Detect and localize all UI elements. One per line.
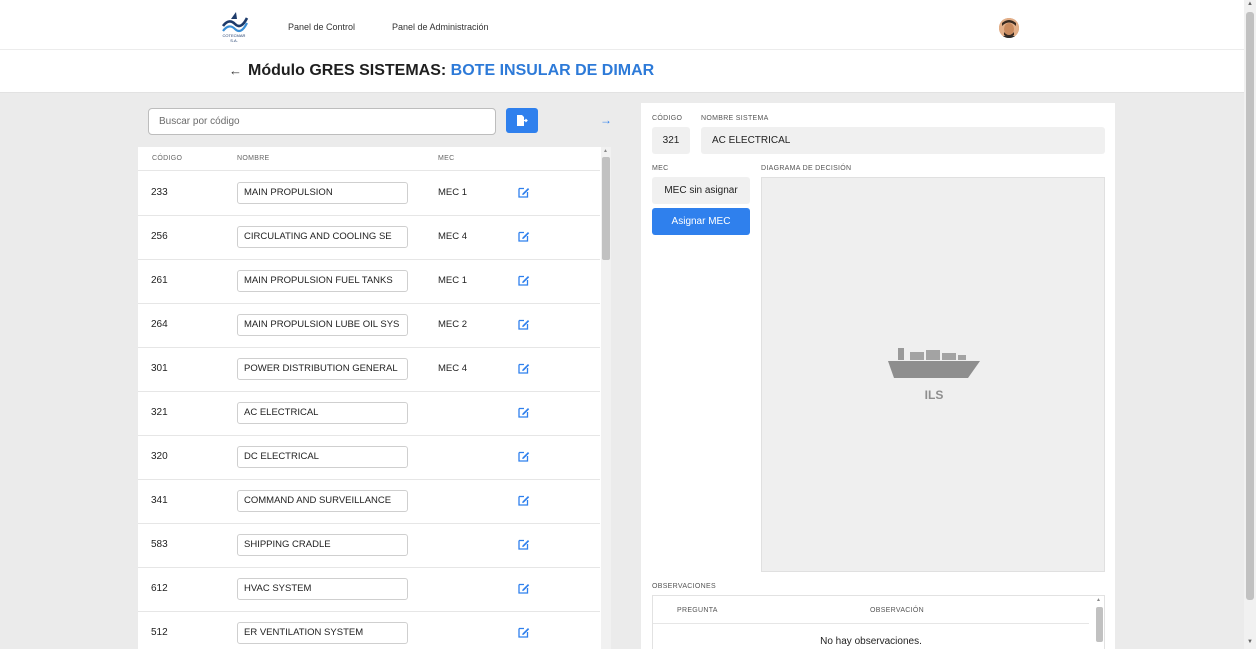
observations-scrollbar[interactable]: ▲ bbox=[1095, 596, 1104, 649]
edit-icon[interactable] bbox=[518, 450, 530, 462]
back-arrow-icon[interactable]: ← bbox=[229, 63, 242, 78]
decision-diagram: ILS bbox=[761, 177, 1105, 572]
row-code: 256 bbox=[151, 231, 168, 242]
waves-logo-icon bbox=[221, 12, 249, 33]
row-mec: MEC 4 bbox=[438, 231, 468, 242]
row-name-field[interactable]: ER VENTILATION SYSTEM bbox=[237, 622, 408, 644]
logo-text: COTECMAR S.A. bbox=[222, 33, 246, 43]
table-row: 301 POWER DISTRIBUTION GENERAL MEC 4 bbox=[138, 348, 600, 392]
search-input[interactable] bbox=[148, 108, 496, 135]
observations-empty-message: No hay observaciones. bbox=[820, 636, 922, 647]
user-face-icon bbox=[999, 18, 1019, 38]
row-name-field[interactable]: CIRCULATING AND COOLING SE bbox=[237, 226, 408, 248]
row-name-field[interactable]: SHIPPING CRADLE bbox=[237, 534, 408, 556]
row-name-field[interactable]: AC ELECTRICAL bbox=[237, 402, 408, 424]
row-name-field[interactable]: HVAC SYSTEM bbox=[237, 578, 408, 600]
nav-panel-de-administracion[interactable]: Panel de Administración bbox=[392, 22, 489, 32]
table-row: 264 MAIN PROPULSION LUBE OIL SYS MEC 2 bbox=[138, 304, 600, 348]
row-code: 261 bbox=[151, 275, 168, 286]
scrollbar-thumb[interactable] bbox=[602, 157, 610, 260]
row-name-field[interactable]: DC ELECTRICAL bbox=[237, 446, 408, 468]
detail-code-label: CÓDIGO bbox=[652, 115, 683, 122]
observations-header: PREGUNTA OBSERVACIÓN bbox=[653, 596, 1089, 624]
table-row: 261 MAIN PROPULSION FUEL TANKS MEC 1 bbox=[138, 260, 600, 304]
page-title-vessel: BOTE INSULAR DE DIMAR bbox=[450, 62, 655, 79]
scroll-up-icon[interactable]: ▲ bbox=[1247, 1, 1253, 7]
edit-icon[interactable] bbox=[518, 406, 530, 418]
system-detail-panel: CÓDIGO NOMBRE SISTEMA 321 AC ELECTRICAL … bbox=[641, 103, 1115, 649]
edit-icon[interactable] bbox=[518, 186, 530, 198]
cargo-ship-icon bbox=[888, 348, 980, 378]
table-row: 256 CIRCULATING AND COOLING SE MEC 4 bbox=[138, 216, 600, 260]
observations-table: PREGUNTA OBSERVACIÓN No hay observacione… bbox=[652, 595, 1105, 649]
forward-arrow-icon[interactable]: → bbox=[600, 113, 612, 127]
row-name-field[interactable]: COMMAND AND SURVEILLANCE bbox=[237, 490, 408, 512]
systems-table-header: CÓDIGO NOMBRE MEC bbox=[138, 147, 600, 171]
detail-name-label: NOMBRE SISTEMA bbox=[701, 115, 769, 122]
scroll-up-icon[interactable]: ▲ bbox=[1096, 597, 1101, 603]
title-bar: ← Módulo GRES SISTEMAS: BOTE INSULAR DE … bbox=[0, 50, 1244, 93]
column-header-nombre: NOMBRE bbox=[237, 155, 270, 162]
edit-icon[interactable] bbox=[518, 230, 530, 242]
systems-table: CÓDIGO NOMBRE MEC 233 MAIN PROPULSION MEC … bbox=[138, 147, 611, 649]
row-mec: MEC 4 bbox=[438, 363, 468, 374]
table-row: 612 HVAC SYSTEM bbox=[138, 568, 600, 612]
row-code: 512 bbox=[151, 627, 168, 638]
edit-icon[interactable] bbox=[518, 626, 530, 638]
row-mec: MEC 1 bbox=[438, 275, 468, 286]
table-row: 321 AC ELECTRICAL bbox=[138, 392, 600, 436]
observations-label: OBSERVACIONES bbox=[652, 583, 716, 590]
mec-status-field: MEC sin asignar bbox=[652, 177, 750, 204]
edit-icon[interactable] bbox=[518, 362, 530, 374]
scroll-down-icon[interactable]: ▼ bbox=[1247, 639, 1253, 645]
edit-icon[interactable] bbox=[518, 582, 530, 594]
file-arrow-icon bbox=[517, 115, 528, 126]
row-code: 341 bbox=[151, 495, 168, 506]
row-name-field[interactable]: POWER DISTRIBUTION GENERAL bbox=[237, 358, 408, 380]
search-submit-button[interactable] bbox=[506, 108, 538, 133]
detail-mec-label: MEC bbox=[652, 165, 669, 172]
page-title-prefix: Módulo GRES SISTEMAS: bbox=[248, 62, 447, 79]
table-row: 512 ER VENTILATION SYSTEM bbox=[138, 612, 600, 649]
row-code: 264 bbox=[151, 319, 168, 330]
detail-name-field: AC ELECTRICAL bbox=[701, 127, 1105, 154]
row-code: 612 bbox=[151, 583, 168, 594]
cotecmar-logo[interactable]: COTECMAR S.A. bbox=[219, 10, 249, 44]
ils-logo-text: ILS bbox=[924, 388, 944, 402]
user-avatar[interactable] bbox=[999, 18, 1019, 38]
column-header-mec: MEC bbox=[438, 155, 455, 162]
edit-icon[interactable] bbox=[518, 538, 530, 550]
table-row: 233 MAIN PROPULSION MEC 1 bbox=[138, 172, 600, 216]
edit-icon[interactable] bbox=[518, 274, 530, 286]
row-mec: MEC 2 bbox=[438, 319, 468, 330]
row-code: 233 bbox=[151, 187, 168, 198]
edit-icon[interactable] bbox=[518, 318, 530, 330]
detail-code-field: 321 bbox=[652, 127, 690, 154]
row-name-field[interactable]: MAIN PROPULSION bbox=[237, 182, 408, 204]
row-name-field[interactable]: MAIN PROPULSION LUBE OIL SYS bbox=[237, 314, 408, 336]
top-navbar: COTECMAR S.A. Panel de Control Panel de … bbox=[0, 0, 1244, 50]
diagram-label: DIAGRAMA DE DECISIÓN bbox=[761, 165, 852, 172]
row-code: 321 bbox=[151, 407, 168, 418]
page-scrollbar[interactable]: ▲ ▼ bbox=[1244, 0, 1256, 649]
edit-icon[interactable] bbox=[518, 494, 530, 506]
row-name-field[interactable]: MAIN PROPULSION FUEL TANKS bbox=[237, 270, 408, 292]
page-title: Módulo GRES SISTEMAS: BOTE INSULAR DE DI… bbox=[248, 62, 654, 80]
scroll-up-icon[interactable]: ▲ bbox=[603, 148, 608, 154]
table-row: 320 DC ELECTRICAL bbox=[138, 436, 600, 480]
row-mec: MEC 1 bbox=[438, 187, 468, 198]
table-row: 341 COMMAND AND SURVEILLANCE bbox=[138, 480, 600, 524]
table-row: 583 SHIPPING CRADLE bbox=[138, 524, 600, 568]
nav-panel-de-control[interactable]: Panel de Control bbox=[288, 22, 355, 32]
column-header-pregunta: PREGUNTA bbox=[677, 607, 718, 614]
row-code: 320 bbox=[151, 451, 168, 462]
systems-table-scrollbar[interactable]: ▲ bbox=[601, 147, 611, 649]
row-code: 583 bbox=[151, 539, 168, 550]
assign-mec-button[interactable]: Asignar MEC bbox=[652, 208, 750, 235]
scrollbar-thumb[interactable] bbox=[1246, 12, 1254, 600]
column-header-observacion: OBSERVACIÓN bbox=[870, 607, 924, 614]
scrollbar-thumb[interactable] bbox=[1096, 607, 1103, 642]
column-header-codigo: CÓDIGO bbox=[152, 155, 183, 162]
row-code: 301 bbox=[151, 363, 168, 374]
